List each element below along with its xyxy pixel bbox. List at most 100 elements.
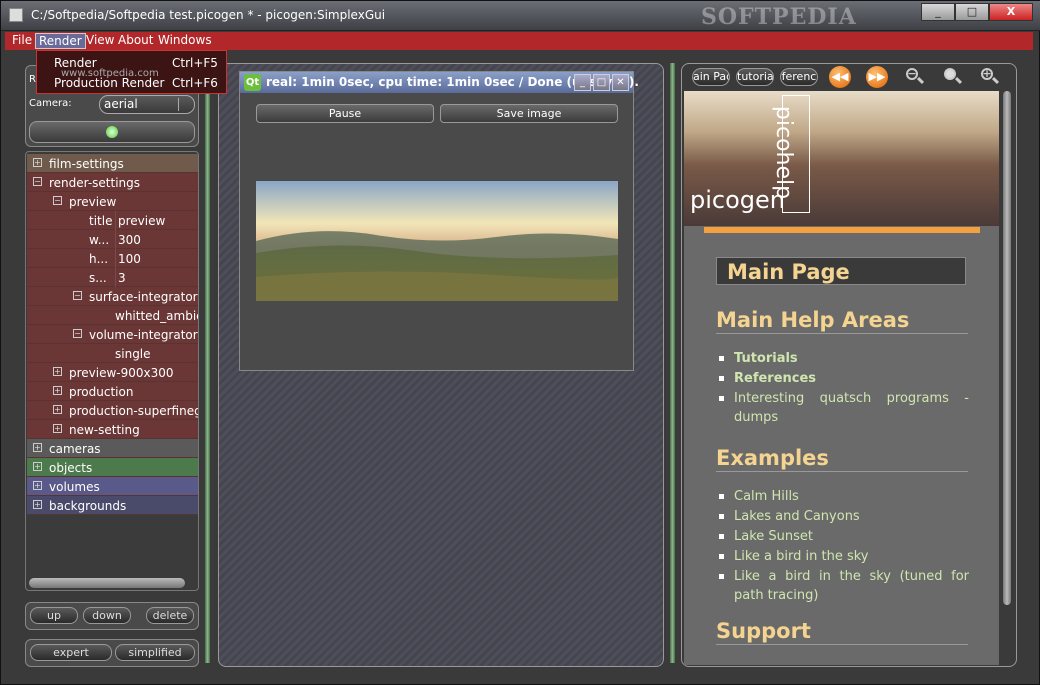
tree-item-objects[interactable]: + objects bbox=[27, 458, 198, 477]
main-help-areas-heading: Main Help Areas bbox=[716, 308, 968, 334]
expand-icon[interactable]: + bbox=[33, 500, 42, 509]
link-lakes-and-canyons[interactable]: Lakes and Canyons bbox=[719, 507, 969, 526]
pause-button[interactable]: Pause bbox=[256, 104, 434, 123]
expand-icon[interactable]: + bbox=[33, 462, 42, 471]
link-references[interactable]: References bbox=[719, 369, 969, 388]
render-preview-image bbox=[256, 181, 618, 301]
tree-item-samples[interactable]: s... 3 bbox=[27, 268, 198, 289]
tree-label: volume-integrator bbox=[89, 328, 198, 342]
zoom-in-icon[interactable]: + bbox=[979, 66, 1001, 88]
support-heading: Support bbox=[716, 619, 968, 645]
delete-button[interactable]: delete bbox=[146, 607, 194, 624]
back-arrow-icon[interactable]: ◀◀ bbox=[829, 66, 851, 88]
tree-label: surface-integrator bbox=[89, 290, 198, 304]
tree-item-single[interactable]: single bbox=[27, 344, 198, 363]
order-buttons-panel: up down delete bbox=[25, 602, 199, 630]
simplified-button[interactable]: simplified bbox=[115, 644, 195, 661]
expand-icon[interactable]: + bbox=[53, 386, 62, 395]
tree-item-volume-integrator[interactable]: − volume-integrator bbox=[27, 325, 198, 344]
collapse-icon[interactable]: − bbox=[73, 329, 82, 338]
save-image-button[interactable]: Save image bbox=[440, 104, 618, 123]
menu-file[interactable]: File bbox=[9, 33, 35, 47]
title-bar: C:/Softpedia/Softpedia test.picogen * - … bbox=[1, 1, 1040, 31]
tree-item-new-setting[interactable]: + new-setting bbox=[27, 420, 198, 439]
tree-label: backgrounds bbox=[49, 499, 127, 513]
tree-label: film-settings bbox=[49, 157, 124, 171]
tree-item-film-settings[interactable]: + film-settings bbox=[27, 154, 198, 173]
app-icon bbox=[9, 8, 23, 22]
up-button[interactable]: up bbox=[30, 607, 78, 624]
link-quatsch-programs[interactable]: Interesting quatsch programs - dumps bbox=[719, 389, 969, 427]
accent-bar bbox=[704, 227, 980, 233]
tree-item-width[interactable]: w... 300 bbox=[27, 230, 198, 251]
qt-icon: Qt bbox=[244, 74, 261, 91]
collapse-icon[interactable]: − bbox=[53, 196, 62, 205]
tree-label: cameras bbox=[49, 442, 101, 456]
expand-icon[interactable]: + bbox=[53, 424, 62, 433]
link-calm-hills[interactable]: Calm Hills bbox=[719, 487, 969, 506]
expand-icon[interactable]: + bbox=[53, 405, 62, 414]
subwindow-controls: _ □ ✕ bbox=[574, 74, 629, 91]
render-button[interactable] bbox=[29, 121, 195, 143]
expand-icon[interactable]: + bbox=[33, 443, 42, 452]
left-splitter[interactable] bbox=[205, 63, 210, 663]
tree-key: w... bbox=[89, 233, 110, 247]
tree-item-surface-integrator[interactable]: − surface-integrator bbox=[27, 287, 198, 306]
right-splitter[interactable] bbox=[670, 63, 675, 663]
help-vertical-scrollbar[interactable] bbox=[1003, 91, 1011, 605]
tree-item-backgrounds[interactable]: + backgrounds bbox=[27, 496, 198, 515]
close-button[interactable]: X bbox=[989, 3, 1033, 21]
tree-item-cameras[interactable]: + cameras bbox=[27, 439, 198, 458]
minimize-button[interactable]: _ bbox=[921, 3, 955, 21]
expert-button[interactable]: expert bbox=[30, 644, 112, 661]
zoom-reset-icon[interactable] bbox=[942, 66, 964, 88]
camera-label: Camera: bbox=[29, 98, 72, 109]
maximize-button[interactable]: □ bbox=[955, 3, 989, 21]
menu-item-shortcut: Ctrl+F6 bbox=[172, 76, 218, 90]
camera-select-value: aerial bbox=[104, 97, 138, 111]
link-lake-sunset[interactable]: Lake Sunset bbox=[719, 527, 969, 546]
main-window: C:/Softpedia/Softpedia test.picogen * - … bbox=[0, 0, 1040, 685]
tree-label: preview bbox=[69, 195, 117, 209]
render-go-icon bbox=[106, 126, 118, 138]
render-window: Qt real: 1min 0sec, cpu time: 1min 0sec … bbox=[239, 71, 639, 371]
tree-item-render-settings[interactable]: − render-settings bbox=[27, 173, 198, 192]
tree-item-preview-900x300[interactable]: + preview-900x300 bbox=[27, 363, 198, 382]
collapse-icon[interactable]: − bbox=[73, 291, 82, 300]
tree-horizontal-scrollbar[interactable] bbox=[29, 578, 185, 588]
nav-main-page-button[interactable]: ain Pag bbox=[692, 68, 730, 86]
tree-key: s... bbox=[89, 271, 107, 285]
menu-windows[interactable]: Windows bbox=[155, 33, 215, 47]
expand-icon[interactable]: + bbox=[33, 481, 42, 490]
render-window-titlebar[interactable]: Qt real: 1min 0sec, cpu time: 1min 0sec … bbox=[240, 72, 639, 93]
tree-key: title bbox=[89, 214, 113, 228]
down-button[interactable]: down bbox=[83, 607, 131, 624]
tree-item-whitted[interactable]: whitted_ambient bbox=[27, 306, 198, 325]
zoom-out-icon[interactable]: − bbox=[904, 66, 926, 88]
tree-item-volumes[interactable]: + volumes bbox=[27, 477, 198, 496]
subwindow-maximize-button[interactable]: □ bbox=[593, 74, 610, 91]
tree-item-production[interactable]: + production bbox=[27, 382, 198, 401]
mode-buttons-panel: expert simplified bbox=[25, 639, 199, 667]
expand-icon[interactable]: + bbox=[33, 158, 42, 167]
tree-key: h... bbox=[89, 252, 109, 266]
tree-label: production-superfinegrain bbox=[69, 404, 198, 418]
menu-render[interactable]: Render bbox=[35, 33, 86, 49]
link-tutorials[interactable]: Tutorials bbox=[719, 349, 969, 368]
collapse-icon[interactable]: − bbox=[33, 177, 42, 186]
nav-tutorial-button[interactable]: tutorial bbox=[736, 68, 774, 86]
menu-view[interactable]: View bbox=[83, 33, 117, 47]
menu-about[interactable]: About bbox=[115, 33, 156, 47]
subwindow-close-button[interactable]: ✕ bbox=[612, 74, 629, 91]
subwindow-minimize-button[interactable]: _ bbox=[574, 74, 591, 91]
link-like-a-bird[interactable]: Like a bird in the sky bbox=[719, 547, 969, 566]
tree-item-height[interactable]: h... 100 bbox=[27, 249, 198, 270]
tree-item-title[interactable]: title preview bbox=[27, 211, 198, 232]
link-like-a-bird-path-tracing[interactable]: Like a bird in the sky (tuned for path t… bbox=[719, 567, 969, 605]
tree-item-production-superfinegrain[interactable]: + production-superfinegrain bbox=[27, 401, 198, 420]
nav-reference-button[interactable]: ferenc bbox=[780, 68, 818, 86]
camera-select[interactable]: aerial bbox=[99, 95, 195, 114]
expand-icon[interactable]: + bbox=[53, 367, 62, 376]
forward-arrow-icon[interactable]: ▶▶ bbox=[866, 66, 888, 88]
tree-item-preview[interactable]: − preview bbox=[27, 192, 198, 211]
